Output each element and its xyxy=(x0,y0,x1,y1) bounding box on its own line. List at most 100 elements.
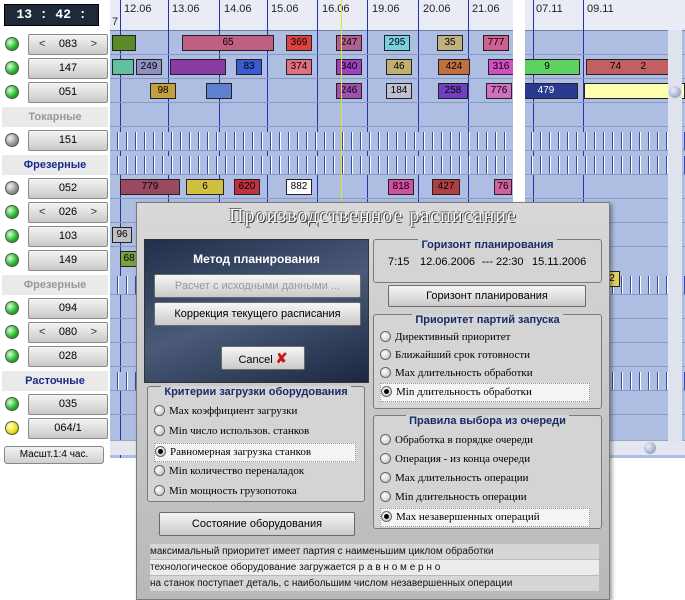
rule-option[interactable]: Max длительность операции xyxy=(380,470,529,487)
horizon-button[interactable]: Горизонт планирования xyxy=(388,285,586,307)
machine-button[interactable]: <083 > xyxy=(28,34,108,55)
task-bar[interactable]: 818 xyxy=(388,179,414,195)
radio-icon[interactable] xyxy=(154,405,165,416)
machine-row-051[interactable]: 051 xyxy=(2,81,108,103)
task-bar[interactable]: 83 xyxy=(236,59,262,75)
machine-button[interactable]: <080 > xyxy=(28,322,108,343)
radio-icon[interactable] xyxy=(380,331,391,342)
task-bar[interactable]: 316 xyxy=(488,59,514,75)
radio-icon[interactable] xyxy=(380,472,391,483)
task-bar[interactable]: 6 xyxy=(186,179,224,195)
priority-option[interactable]: Директивный приоритет xyxy=(380,329,510,346)
machine-row-094[interactable]: 094 xyxy=(2,297,108,319)
task-bar[interactable] xyxy=(112,59,134,75)
machine-row-052[interactable]: 052 xyxy=(2,177,108,199)
task-bar[interactable]: 258 xyxy=(438,83,468,99)
rule-option[interactable]: Min длительность операции xyxy=(380,489,527,506)
criteria-option[interactable]: Max коэффициент загрузки xyxy=(154,403,297,420)
criteria-option[interactable]: Min количество переналадок xyxy=(154,463,304,480)
machine-button[interactable]: 052 xyxy=(28,178,108,199)
priority-option-selected[interactable]: Min длительность обработки xyxy=(380,383,590,402)
radio-icon[interactable] xyxy=(380,349,391,360)
task-bar[interactable]: 98 xyxy=(150,83,176,99)
task-bar[interactable] xyxy=(112,35,136,51)
scroll-thumb-icon[interactable] xyxy=(669,86,681,98)
task-bar[interactable]: 776 xyxy=(486,83,512,99)
task-bar[interactable]: 247 xyxy=(336,35,362,51)
machine-row-147[interactable]: 147 xyxy=(2,57,108,79)
task-bar[interactable]: 246 xyxy=(336,83,362,99)
radio-selected-icon[interactable] xyxy=(381,386,392,397)
task-bar[interactable]: 295 xyxy=(384,35,410,51)
priority-option[interactable]: Max длительность обработки xyxy=(380,365,533,382)
task-bar[interactable]: 424 xyxy=(438,59,470,75)
task-bar[interactable]: 74 2 xyxy=(586,59,670,75)
radio-icon[interactable] xyxy=(154,465,165,476)
machine-button[interactable]: 051 xyxy=(28,82,108,103)
criteria-option-selected[interactable]: Равномерная загрузка станков xyxy=(154,443,356,462)
chevron-left-icon[interactable]: < xyxy=(39,323,45,342)
rule-option[interactable]: Операция - из конца очереди xyxy=(380,451,530,468)
chevron-right-icon[interactable]: > xyxy=(91,323,97,342)
radio-icon[interactable] xyxy=(380,453,391,464)
task-bar[interactable] xyxy=(206,83,232,99)
task-bar[interactable]: 340 xyxy=(336,59,362,75)
task-bar[interactable] xyxy=(170,59,226,75)
chevron-right-icon[interactable]: > xyxy=(91,35,97,54)
machine-button[interactable]: 147 xyxy=(28,58,108,79)
equipment-state-button[interactable]: Состояние оборудования xyxy=(159,512,355,536)
machine-button[interactable]: 103 xyxy=(28,226,108,247)
horizon-start-date[interactable]: 12.06.2006 xyxy=(420,253,475,271)
rule-option[interactable]: Обработка в порядке очереди xyxy=(380,432,533,449)
radio-icon[interactable] xyxy=(154,485,165,496)
radio-icon[interactable] xyxy=(380,491,391,502)
task-bar[interactable]: 184 xyxy=(386,83,412,99)
machine-row-064-1[interactable]: 064/1 xyxy=(2,417,108,439)
radio-icon[interactable] xyxy=(154,425,165,436)
machine-row-149[interactable]: 149 xyxy=(2,249,108,271)
cancel-button[interactable]: Cancel ✘ xyxy=(221,346,305,370)
chevron-right-icon[interactable]: > xyxy=(91,203,97,222)
task-bar[interactable]: 427 xyxy=(432,179,460,195)
scale-button[interactable]: Масшт.1:4 час. xyxy=(4,446,104,464)
radio-selected-icon[interactable] xyxy=(381,511,392,522)
machine-button[interactable]: 149 xyxy=(28,250,108,271)
machine-button[interactable]: 035 xyxy=(28,394,108,415)
machine-button[interactable]: 064/1 xyxy=(28,418,108,439)
priority-option[interactable]: Ближайший срок готовности xyxy=(380,347,530,364)
criteria-option[interactable]: Min мощность грузопотока xyxy=(154,483,297,500)
radio-icon[interactable] xyxy=(380,367,391,378)
horizon-end-time[interactable]: 22:30 xyxy=(496,253,524,271)
task-bar[interactable]: 374 xyxy=(286,59,312,75)
machine-row-151[interactable]: 151 xyxy=(2,129,108,151)
radio-icon[interactable] xyxy=(380,434,391,445)
task-bar[interactable]: 882 xyxy=(286,179,312,195)
machine-row-103[interactable]: 103 xyxy=(2,225,108,247)
correct-schedule-button[interactable]: Коррекция текущего расписания xyxy=(154,302,361,326)
machine-button[interactable]: 151 xyxy=(28,130,108,151)
task-bar[interactable]: 249 xyxy=(136,59,162,75)
task-bar[interactable]: 76 xyxy=(494,179,512,195)
task-bar[interactable]: 96 xyxy=(112,227,132,243)
machine-button[interactable]: <026 > xyxy=(28,202,108,223)
calc-source-data-button[interactable]: Расчет с исходными данными ... xyxy=(154,274,361,298)
horizon-start-time[interactable]: 7:15 xyxy=(388,253,409,271)
machine-button[interactable]: 094 xyxy=(28,298,108,319)
task-bar[interactable]: 369 xyxy=(286,35,312,51)
task-bar[interactable]: 777 xyxy=(483,35,509,51)
machine-button[interactable]: 028 xyxy=(28,346,108,367)
task-bar[interactable]: 65 xyxy=(182,35,274,51)
criteria-option[interactable]: Min число использов. станков xyxy=(154,423,309,440)
rule-option-selected[interactable]: Max незавершенных операций xyxy=(380,508,590,527)
chevron-left-icon[interactable]: < xyxy=(39,35,45,54)
radio-selected-icon[interactable] xyxy=(155,446,166,457)
task-bar[interactable]: 35 xyxy=(437,35,463,51)
machine-row-083[interactable]: <083 > xyxy=(2,33,108,55)
machine-row-080[interactable]: <080 > xyxy=(2,321,108,343)
machine-row-026[interactable]: <026 > xyxy=(2,201,108,223)
scroll-thumb-icon[interactable] xyxy=(644,442,656,454)
vertical-scrollbar[interactable] xyxy=(668,30,682,442)
horizon-end-date[interactable]: 15.11.2006 xyxy=(532,253,586,271)
chevron-left-icon[interactable]: < xyxy=(39,203,45,222)
task-bar[interactable]: 779 xyxy=(120,179,180,195)
